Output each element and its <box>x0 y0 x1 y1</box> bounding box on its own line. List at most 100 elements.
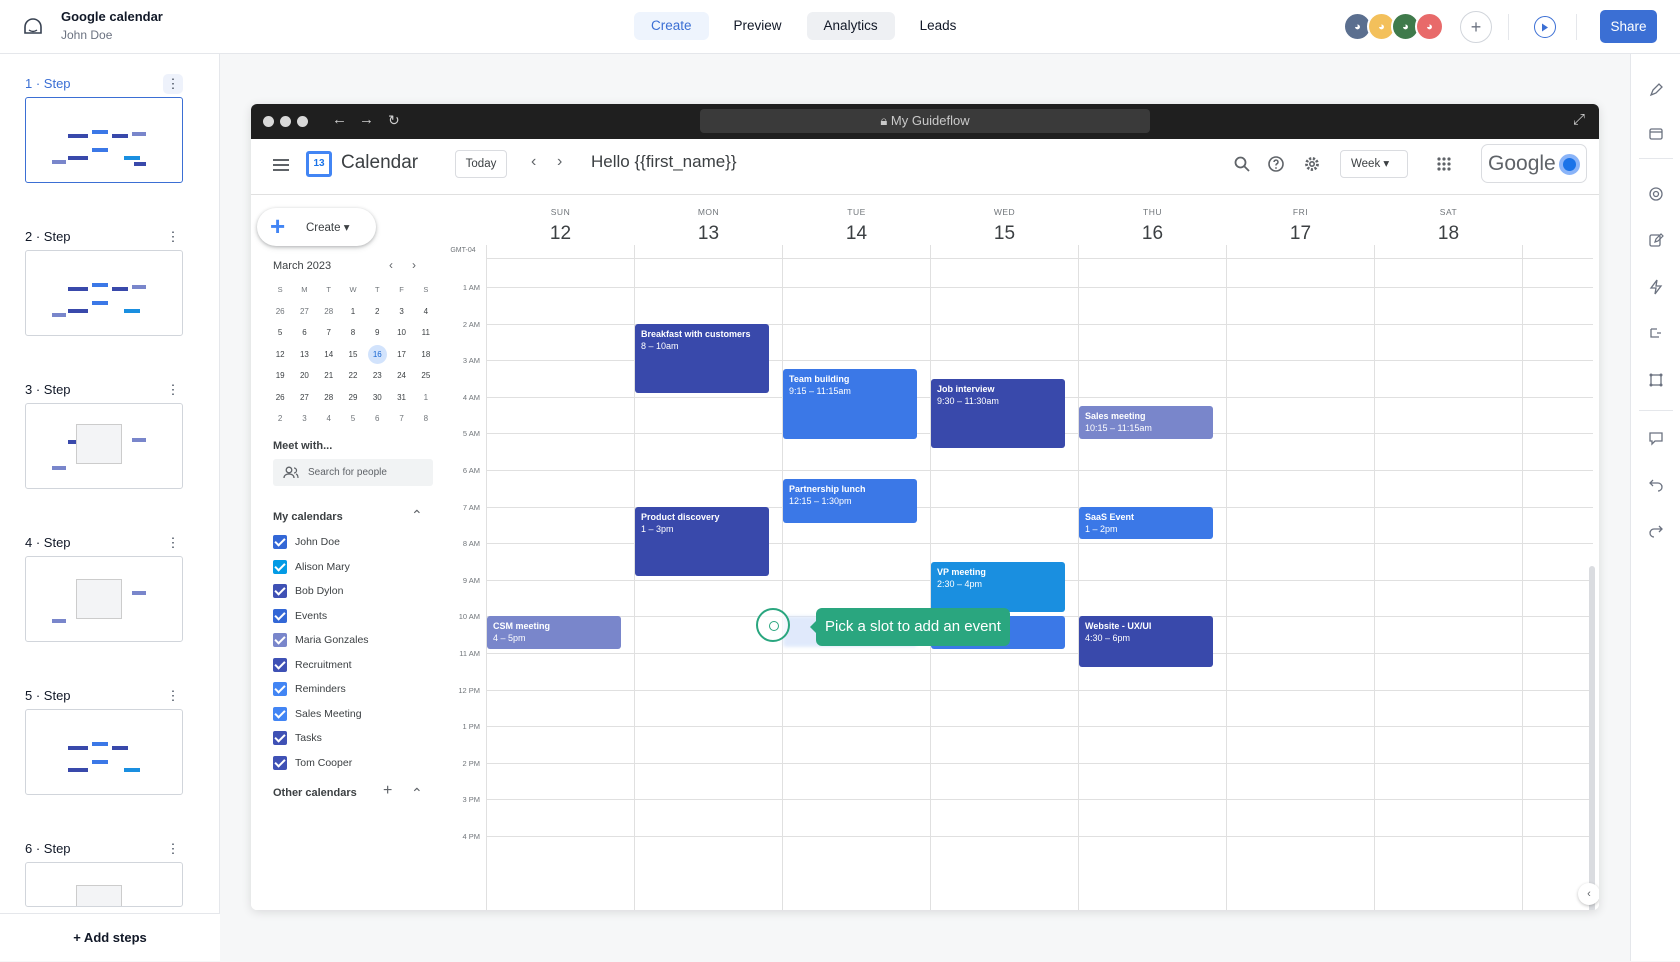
mini-day[interactable]: 2 <box>365 301 389 323</box>
step-thumbnail[interactable] <box>25 862 183 907</box>
checkbox-checked-icon[interactable] <box>273 633 287 647</box>
checkbox-checked-icon[interactable] <box>273 755 287 770</box>
step-thumbnail[interactable] <box>25 709 183 795</box>
mini-day[interactable]: 30 <box>365 387 389 409</box>
mini-day[interactable]: 12 <box>268 344 292 366</box>
mini-day[interactable]: 26 <box>268 301 292 323</box>
view-selector[interactable]: Week ▾ <box>1340 150 1408 178</box>
mini-day[interactable]: 3 <box>389 301 413 323</box>
mini-day[interactable]: 21 <box>317 365 341 387</box>
day-header-thu[interactable]: THU 16 <box>1075 207 1230 245</box>
checkbox-checked-icon[interactable] <box>273 584 287 598</box>
step-item[interactable]: 4 · Step ⋮ <box>25 533 185 642</box>
day-number[interactable]: 15 <box>927 223 1082 245</box>
calendar-event[interactable]: Sales meeting 10:15 – 11:15am <box>1079 405 1213 439</box>
mini-day[interactable]: 10 <box>389 322 413 344</box>
redo-icon[interactable] <box>1648 522 1664 538</box>
checkbox-checked-icon[interactable] <box>273 559 287 574</box>
undo-icon[interactable] <box>1648 476 1664 492</box>
step-item[interactable]: 6 · Step ⋮ <box>25 841 185 907</box>
day-number[interactable]: 17 <box>1223 223 1378 245</box>
my-calendars-heading[interactable]: My calendars <box>273 511 343 523</box>
create-event-button[interactable]: + Create ▾ <box>257 208 376 246</box>
day-number[interactable]: 14 <box>779 223 934 245</box>
forward-icon[interactable]: → <box>359 111 374 128</box>
step-menu-icon[interactable]: ⋮ <box>163 227 183 247</box>
search-people-input[interactable]: Search for people <box>273 459 433 486</box>
mini-day[interactable]: 23 <box>365 365 389 387</box>
day-header-sat[interactable]: SAT 18 <box>1371 207 1526 245</box>
mini-day[interactable]: 8 <box>414 408 438 430</box>
menu-icon[interactable] <box>273 159 289 171</box>
checkbox-checked-icon[interactable] <box>273 706 287 721</box>
add-collaborator-button[interactable]: + <box>1460 11 1492 43</box>
mini-day[interactable]: 13 <box>292 344 316 366</box>
tab-leads[interactable]: Leads <box>903 12 974 40</box>
day-number[interactable]: 13 <box>631 223 786 245</box>
chevron-up-icon[interactable]: ⌃ <box>411 785 423 802</box>
mini-day[interactable]: 27 <box>292 301 316 323</box>
step-thumbnail[interactable] <box>25 556 183 642</box>
mini-day[interactable]: 6 <box>365 408 389 430</box>
tab-analytics[interactable]: Analytics <box>806 12 895 40</box>
apps-grid-icon[interactable] <box>1435 155 1453 173</box>
window-icon[interactable] <box>1648 126 1664 142</box>
frame-icon[interactable] <box>1648 372 1664 388</box>
hotspot-beacon-icon[interactable] <box>756 608 790 642</box>
mini-prev-icon[interactable]: ‹ <box>389 258 393 272</box>
calendar-event[interactable]: CSM meeting 4 – 5pm <box>487 616 621 649</box>
calendar-event[interactable]: Website - UX/UI 4:30 – 6pm <box>1079 616 1213 668</box>
day-header-fri[interactable]: FRI 17 <box>1223 207 1378 245</box>
mini-next-icon[interactable]: › <box>412 258 416 272</box>
guideflow-home-icon[interactable] <box>22 16 44 38</box>
step-thumbnail[interactable] <box>25 403 183 489</box>
mini-day[interactable]: 28 <box>317 387 341 409</box>
mini-day[interactable]: 29 <box>341 387 365 409</box>
step-menu-icon[interactable]: ⋮ <box>163 533 183 553</box>
step-menu-icon[interactable]: ⋮ <box>163 380 183 400</box>
tab-preview[interactable]: Preview <box>717 12 799 40</box>
add-steps-button[interactable]: + Add steps <box>0 913 220 961</box>
back-icon[interactable]: ← <box>332 111 347 128</box>
day-header-sun[interactable]: SUN 12 <box>483 207 638 245</box>
mini-day[interactable]: 5 <box>268 322 292 344</box>
day-header-wed[interactable]: WED 15 <box>927 207 1082 245</box>
settings-icon[interactable] <box>1303 155 1321 173</box>
next-week-icon[interactable]: › <box>557 153 562 171</box>
mini-day[interactable]: 17 <box>389 344 413 366</box>
branch-icon[interactable] <box>1648 326 1664 342</box>
mini-day[interactable]: 27 <box>292 387 316 409</box>
google-account-button[interactable]: Google <box>1481 144 1587 183</box>
step-menu-icon[interactable]: ⋮ <box>163 686 183 706</box>
mini-day[interactable]: 15 <box>341 344 365 366</box>
url-bar[interactable]: 🔒︎ My Guideflow <box>700 109 1150 133</box>
mini-day[interactable]: 7 <box>317 322 341 344</box>
play-icon[interactable] <box>1534 16 1556 38</box>
calendar-event[interactable]: Job interview 9:30 – 11:30am <box>931 378 1065 448</box>
mini-day[interactable]: 6 <box>292 322 316 344</box>
mini-day[interactable]: 1 <box>341 301 365 323</box>
mini-day[interactable]: 16 <box>365 344 389 366</box>
mini-day[interactable]: 31 <box>389 387 413 409</box>
help-icon[interactable] <box>1267 155 1285 173</box>
collapse-panel-icon[interactable]: ‹ <box>1578 883 1599 905</box>
calendar-event[interactable]: Breakfast with customers 8 – 10am <box>635 323 769 393</box>
mini-day[interactable]: 2 <box>268 408 292 430</box>
avatar[interactable]: ◕ <box>1415 12 1444 41</box>
grid-scrollbar[interactable] <box>1589 566 1595 910</box>
day-header-mon[interactable]: MON 13 <box>631 207 786 245</box>
mini-day[interactable]: 8 <box>341 322 365 344</box>
tab-create[interactable]: Create <box>634 12 709 40</box>
day-number[interactable]: 18 <box>1371 223 1526 245</box>
step-item[interactable]: 3 · Step ⋮ <box>25 380 185 489</box>
prev-week-icon[interactable]: ‹ <box>531 153 536 171</box>
mini-day[interactable]: 22 <box>341 365 365 387</box>
step-item[interactable]: 2 · Step ⋮ <box>25 227 185 336</box>
reload-icon[interactable]: ↻ <box>388 112 400 129</box>
day-header-tue[interactable]: TUE 14 <box>779 207 934 245</box>
mini-day[interactable]: 4 <box>414 301 438 323</box>
mini-day[interactable]: 3 <box>292 408 316 430</box>
project-title[interactable]: Google calendar <box>61 9 163 24</box>
step-menu-icon[interactable]: ⋮ <box>163 74 183 94</box>
mini-day[interactable]: 18 <box>414 344 438 366</box>
